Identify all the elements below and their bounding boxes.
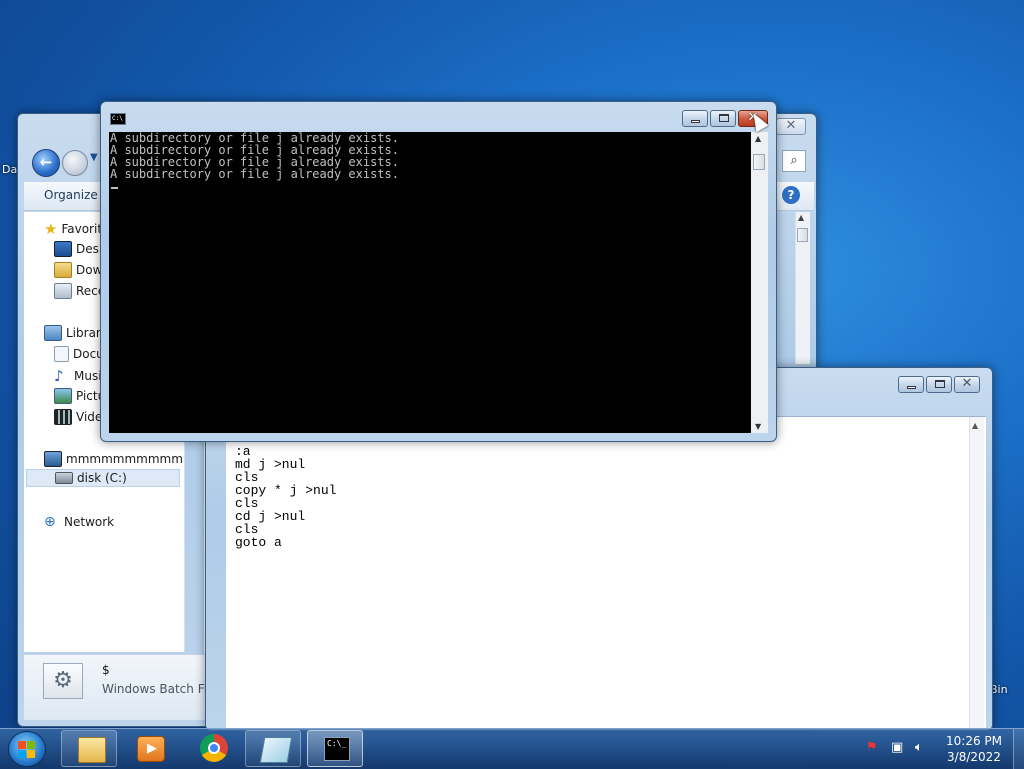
star-icon: ★ [44,220,58,238]
notepad-scrollbar[interactable]: ▲ [969,417,984,729]
search-button[interactable]: ⌕ [782,150,806,172]
nav-desktop[interactable]: Desk [54,241,106,257]
downloads-folder-icon [54,262,72,278]
taskbar-notepad[interactable] [245,730,301,767]
windows-logo-icon [18,741,36,759]
maximize-icon [935,380,945,388]
search-icon: ⌕ [790,153,798,168]
minimize-icon [691,120,700,123]
console-output[interactable]: A subdirectory or file j already exists.… [109,132,751,433]
nav-documents[interactable]: Docu [54,346,104,362]
scroll-up-icon[interactable]: ▲ [755,134,761,143]
taskbar-media-player[interactable]: ▶ [121,730,177,767]
music-note-icon: ♪ [54,367,64,385]
cmd-window: C:\ ✕ A subdirectory or file j already e… [100,101,777,442]
clock-date: 3/8/2022 [947,750,1001,764]
nav-music-label: Musi [74,369,102,383]
history-dropdown-icon[interactable]: ▼ [90,152,98,163]
nav-disk-c[interactable]: disk (C:) [26,469,180,487]
computer-icon [44,451,62,467]
show-desktop-button[interactable] [1013,729,1024,769]
organize-button[interactable]: Organize ▾ [44,188,108,202]
forward-button[interactable] [62,150,88,176]
nav-favorites-label: Favorit [61,222,103,236]
nav-downloads-label: Dow [76,263,103,277]
details-file-name: $ [102,663,110,677]
taskbar-cmd[interactable]: C:\_ [307,730,363,767]
batch-file-gear-icon: ⚙ [43,663,83,699]
notepad-text-area[interactable]: :a md j >nul cls copy * j >nul cls cd j … [226,416,986,729]
scrollbar-thumb[interactable] [797,228,808,242]
scrollbar-thumb[interactable] [753,154,765,170]
notepad-icon [259,737,293,763]
help-icon[interactable]: ? [782,186,800,204]
nav-videos[interactable]: Vide [54,409,102,425]
nav-music[interactable]: ♪ Musi [54,367,102,385]
nav-videos-label: Vide [76,410,103,424]
nav-downloads[interactable]: Dow [54,262,102,278]
cmd-scrollbar[interactable]: ▲ ▼ [751,132,768,433]
nav-network[interactable]: ⊕ Network [44,514,114,530]
back-button[interactable]: ← [32,149,60,177]
cmd-maximize-button[interactable] [710,110,736,127]
details-file-type: Windows Batch File [102,682,218,696]
nav-libraries-label: Librari [66,326,105,340]
network-icon: ⊕ [44,514,56,530]
back-arrow-icon: ← [39,153,53,171]
videos-icon [54,409,72,425]
nav-libraries[interactable]: Librari [44,325,104,341]
notepad-caption-buttons: ✕ [898,376,980,393]
explorer-close-button[interactable]: ✕ [776,118,806,135]
nav-pictures[interactable]: Pictu [54,388,105,404]
notepad-minimize-button[interactable] [898,376,924,393]
close-icon: ✕ [961,376,973,391]
maximize-icon [719,114,729,122]
nav-recent[interactable]: Rece [54,283,105,299]
console-line: A subdirectory or file j already exists. [110,167,399,181]
scroll-down-icon[interactable]: ▼ [755,422,761,431]
taskbar: ▶ C:\_ ⚑ ▣ 🔈︎ 10:26 PM 3/8/2022 [0,728,1024,769]
desktop-icon-label-left[interactable]: Da [2,163,17,176]
nav-network-label: Network [64,515,115,529]
nav-computer-label: mmmmmmmmmmmm [66,452,184,466]
libraries-icon [44,325,62,341]
documents-icon [54,346,69,362]
cmd-minimize-button[interactable] [682,110,708,127]
minimize-icon [907,386,916,389]
details-pane: ⚙ $ Windows Batch File Da [24,654,229,720]
notepad-close-button[interactable]: ✕ [954,376,980,393]
network-tray-icon[interactable]: ▣ [891,740,903,755]
volume-icon[interactable]: 🔈︎ [915,740,923,755]
chrome-icon [200,734,228,762]
recent-places-icon [54,283,72,299]
notepad-maximize-button[interactable] [926,376,952,393]
scroll-up-icon[interactable]: ▲ [798,213,804,222]
folder-icon [78,737,106,763]
media-player-icon: ▶ [137,736,165,762]
scroll-up-icon[interactable]: ▲ [972,421,978,430]
start-button[interactable] [8,731,46,767]
nav-favorites[interactable]: ★ Favorit [44,220,102,238]
nav-disk-label: disk (C:) [77,471,127,485]
explorer-scrollbar[interactable]: ▲ [795,212,810,364]
desktop-icon [54,241,72,257]
cmd-icon[interactable]: C:\ [110,113,126,125]
console-cursor [111,187,118,189]
taskbar-chrome[interactable] [184,730,240,767]
close-icon: ✕ [785,118,797,133]
action-center-flag-icon[interactable]: ⚑ [866,740,878,755]
clock-time: 10:26 PM [946,734,1002,748]
notepad-content[interactable]: :a md j >nul cls copy * j >nul cls cd j … [235,445,336,549]
cmd-icon: C:\_ [324,737,350,761]
nav-computer[interactable]: mmmmmmmmmmmm [44,451,184,467]
explorer-caption-buttons: ✕ [776,118,806,135]
drive-icon [55,472,73,484]
system-clock[interactable]: 10:26 PM 3/8/2022 [935,733,1013,765]
pictures-icon [54,388,72,404]
taskbar-explorer[interactable] [61,730,117,767]
